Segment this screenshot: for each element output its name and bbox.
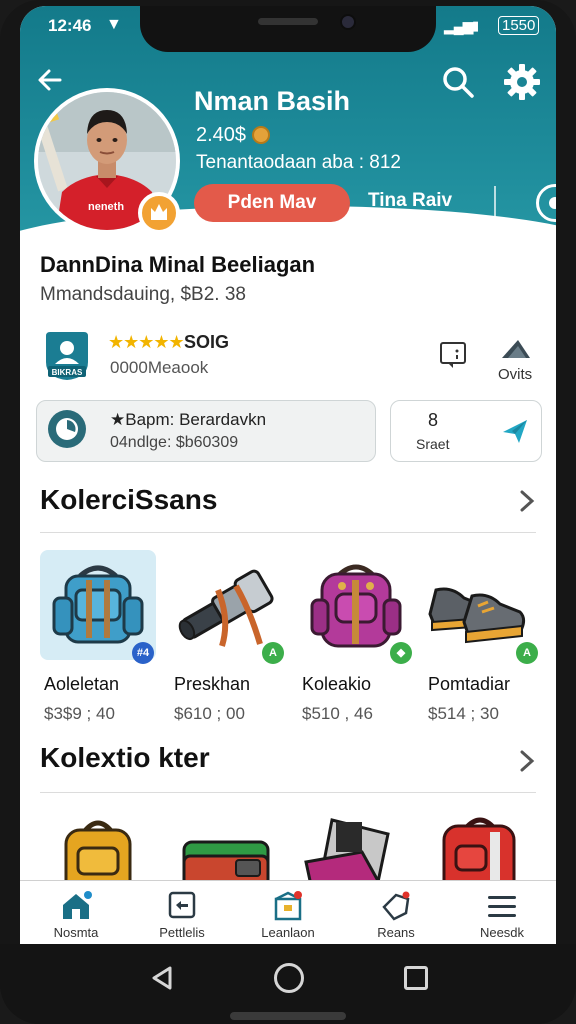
battery-icon: ▮ <box>472 18 480 33</box>
item-tag: ◆ <box>390 642 412 664</box>
rank-shield-icon[interactable]: BIKRAS <box>44 328 90 382</box>
item-price: $510 , 46 <box>302 704 373 723</box>
item-price: $610 ; 00 <box>174 704 245 723</box>
status-time: 12:46 <box>48 16 92 35</box>
nav-item-shop[interactable]: Leanlaon <box>238 881 338 944</box>
signal-icon: ▂▄▆ <box>444 18 473 34</box>
share-label: Sraet <box>416 436 450 452</box>
menu-icon <box>488 896 516 917</box>
nav-item-menu[interactable]: Neesdk <box>452 881 552 944</box>
item-price: $3$9 ; 40 <box>44 704 115 723</box>
tag-icon <box>382 891 410 921</box>
share-count: 8 <box>428 410 439 430</box>
nav-label: Nosmta <box>53 925 99 940</box>
primary-action-button[interactable]: Pden Mav <box>194 184 350 222</box>
svg-text:neneth: neneth <box>88 201 124 213</box>
collection-item-preview[interactable] <box>302 812 402 890</box>
nav-label: Reans <box>377 925 415 940</box>
item-tag: #4 <box>132 642 154 664</box>
shield-icon <box>168 891 196 919</box>
system-back-icon[interactable] <box>148 964 176 992</box>
speaker-grille <box>258 18 318 25</box>
nav-item-tags[interactable]: Reans <box>346 881 446 944</box>
section-title-collection-2: Kolextio kter <box>40 742 210 773</box>
secondary-action-button[interactable]: Tina Raiv <box>368 190 452 212</box>
back-arrow-icon[interactable] <box>34 64 66 96</box>
home-icon <box>63 891 92 919</box>
yellow-backpack-icon <box>64 820 132 890</box>
collection-item[interactable]: #4 Aoleletan $3$9 ; 40 <box>40 550 158 723</box>
stats-card-subtitle: 04ndlge: $b60309 <box>110 434 239 451</box>
profile-points: 2.40$ <box>196 124 247 146</box>
battery-level: 1550 <box>498 16 540 35</box>
wifi-icon: ▼ <box>106 16 122 33</box>
info-subtitle: Mmandsdauing, $B2. 38 <box>40 284 246 305</box>
stats-card-title: ★Bapm: Berardavkn <box>110 410 267 429</box>
hat-icon[interactable] <box>500 336 532 362</box>
collection-item[interactable]: A Pomtadiar $514 ; 30 <box>424 550 542 723</box>
item-price: $514 ; 30 <box>428 704 499 723</box>
nav-item-profiles[interactable]: Pettlelis <box>132 881 232 944</box>
collection-item-preview[interactable] <box>430 812 530 890</box>
phone-bottom-edge <box>230 1012 346 1020</box>
item-name: Koleakio <box>302 674 372 694</box>
system-home-icon[interactable] <box>274 963 304 993</box>
shop-icon <box>274 891 302 921</box>
profile-subtitle: Tenantaodaan aba : 812 <box>196 152 401 173</box>
red-backpack-icon <box>442 817 516 890</box>
chevron-right-icon[interactable] <box>516 746 538 776</box>
timer-icon <box>48 410 86 448</box>
nav-label: Pettlelis <box>159 925 205 940</box>
search-icon[interactable] <box>440 64 476 100</box>
outs-label: Ovits <box>498 366 533 383</box>
collection-item[interactable]: A Preskhan $610 ; 00 <box>170 550 288 723</box>
front-camera <box>340 14 356 30</box>
rating-value: SOIG <box>184 332 230 352</box>
item-name: Preskhan <box>174 674 251 694</box>
profile-name: Nman Basih <box>194 86 351 116</box>
section-divider <box>40 792 536 793</box>
badge-text: BIKRAS <box>52 368 83 377</box>
camera-notch <box>140 6 436 52</box>
chevron-right-icon[interactable] <box>516 486 538 516</box>
suitcase-icon <box>182 840 270 890</box>
rating-subtitle: 0000Meaook <box>110 358 209 377</box>
nav-label: Leanlaon <box>261 925 315 940</box>
gear-icon[interactable] <box>502 62 542 102</box>
system-recents-icon[interactable] <box>404 966 428 990</box>
collection-item-preview[interactable] <box>176 812 276 890</box>
item-name: Aoleletan <box>44 674 120 694</box>
header-divider <box>494 186 496 220</box>
app-screen: 12:46 ▼ ▂▄▆ ▮ 1550 neneth Nman Basih 2.4… <box>20 6 556 944</box>
collection-item-preview[interactable] <box>48 812 148 890</box>
nav-label: Neesdk <box>479 925 525 940</box>
nav-item-home[interactable]: Nosmta <box>26 881 126 944</box>
item-tag: A <box>516 642 538 664</box>
plane-icon[interactable] <box>500 416 530 446</box>
bottom-navigation: Nosmta Pettlelis Leanlaon Reans Neesdk <box>20 880 556 944</box>
section-title-collections: KolerciSsans <box>40 484 218 515</box>
chat-icon[interactable] <box>438 340 468 370</box>
section-divider <box>40 532 536 533</box>
case-icon <box>304 818 390 890</box>
item-tag: A <box>262 642 284 664</box>
rating-stars: ★★★★★ <box>108 332 185 352</box>
coin-icon <box>252 126 270 144</box>
collection-item[interactable]: ◆ Koleakio $510 , 46 <box>298 550 416 723</box>
item-name: Pomtadiar <box>428 674 511 694</box>
info-title: DannDina Minal Beeliagan <box>40 252 316 277</box>
rank-badge-icon <box>138 192 180 234</box>
